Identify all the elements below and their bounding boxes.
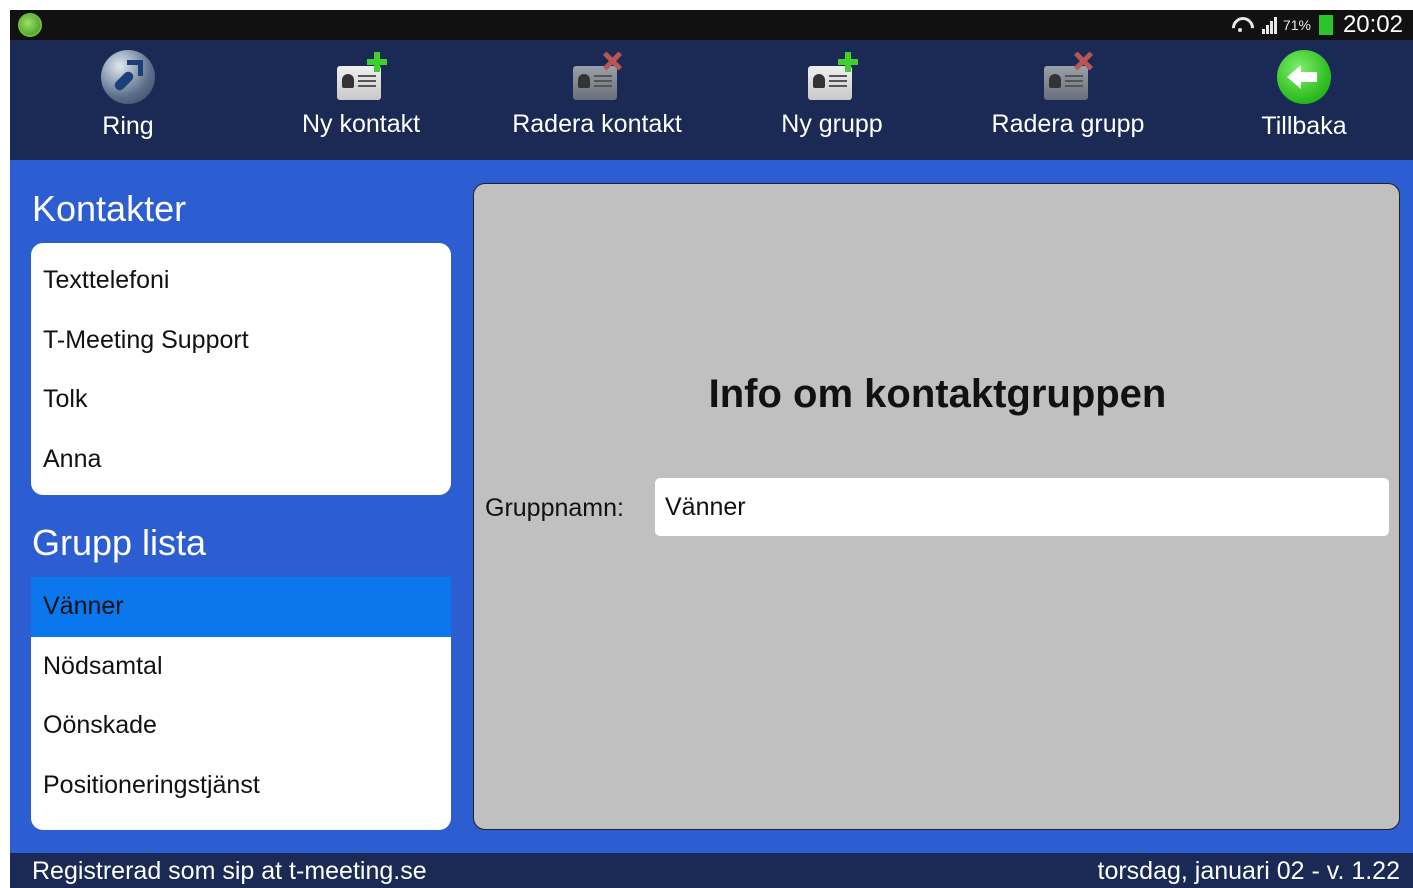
remove-contact-icon [569, 52, 625, 102]
back-label: Tillbaka [1261, 112, 1347, 140]
clock: 20:02 [1342, 11, 1403, 38]
group-info-panel: Info om kontaktgruppen Gruppnamn: [473, 183, 1400, 830]
ring-button[interactable]: Ring [10, 40, 246, 160]
remove-group-icon [1040, 52, 1096, 102]
groups-title: Grupp lista [32, 522, 207, 563]
add-group-icon [804, 52, 860, 102]
battery-icon [1318, 15, 1333, 35]
toolbar: Ring Ny kontakt Radera kontakt Ny grupp … [10, 40, 1413, 160]
back-arrow-icon [1277, 50, 1331, 104]
status-indicators: 71% 20:02 [1230, 10, 1403, 40]
ring-label: Ring [102, 112, 154, 140]
delete-contact-label: Radera kontakt [512, 110, 682, 138]
new-contact-label: Ny kontakt [301, 110, 421, 138]
list-item-group[interactable]: Positioneringstjänst [31, 756, 451, 816]
phone-call-icon [101, 50, 155, 104]
contacts-list: Texttelefoni T-Meeting Support Tolk Anna [31, 243, 451, 495]
battery-percent: 71% [1282, 17, 1311, 33]
group-name-label: Gruppnamn: [485, 494, 624, 522]
signal-icon [1261, 16, 1277, 34]
footer: Registrerad som sip at t-meeting.se tors… [10, 853, 1413, 888]
delete-contact-button[interactable]: Radera kontakt [479, 40, 715, 160]
panel-title: Info om kontaktgruppen [708, 372, 1167, 416]
top-strip [0, 0, 1413, 10]
list-item-contact[interactable]: T-Meeting Support [31, 311, 451, 371]
back-button[interactable]: Tillbaka [1186, 40, 1413, 160]
date-version: torsdag, januari 02 - v. 1.22 [1097, 857, 1401, 885]
groups-list: Vänner Nödsamtal Oönskade Positionerings… [31, 577, 451, 830]
contacts-title: Kontakter [32, 188, 187, 229]
delete-group-button[interactable]: Radera grupp [950, 40, 1186, 160]
list-item-group[interactable]: Nödsamtal [31, 637, 451, 697]
list-item-group[interactable]: Oönskade [31, 696, 451, 756]
main-area: Kontakter Texttelefoni T-Meeting Support… [10, 160, 1413, 853]
delete-group-label: Radera grupp [991, 110, 1145, 138]
wifi-icon [1230, 15, 1250, 35]
registration-status: Registrerad som sip at t-meeting.se [32, 857, 427, 885]
status-bar: 71% 20:02 [10, 10, 1413, 40]
new-group-label: Ny grupp [781, 110, 883, 138]
add-contact-icon [333, 52, 389, 102]
list-item-group-selected[interactable]: Vänner [31, 577, 451, 637]
list-item-contact[interactable]: Texttelefoni [31, 251, 451, 311]
new-group-button[interactable]: Ny grupp [714, 40, 950, 160]
list-item-contact[interactable]: Tolk [31, 370, 451, 430]
app-logo-icon [18, 13, 42, 37]
new-contact-button[interactable]: Ny kontakt [243, 40, 479, 160]
list-item-contact[interactable]: Anna [31, 430, 451, 490]
group-name-input[interactable] [655, 478, 1389, 536]
